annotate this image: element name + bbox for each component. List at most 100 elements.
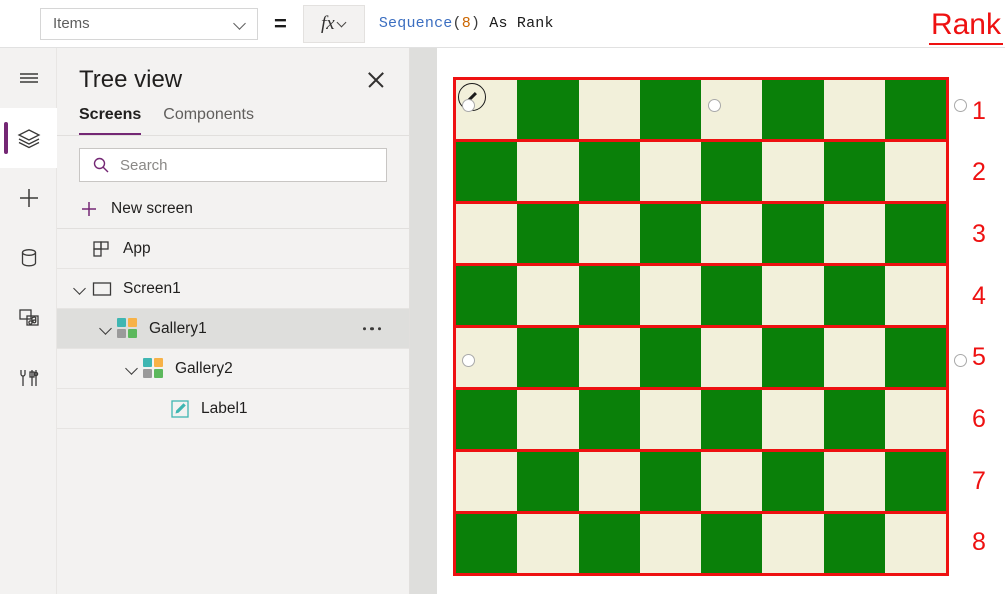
board-cell[interactable]: [824, 266, 885, 325]
board-cell[interactable]: [517, 80, 578, 139]
board-cell[interactable]: [517, 204, 578, 263]
chevron-down-icon[interactable]: [71, 280, 89, 298]
board-cell[interactable]: [517, 328, 578, 387]
chevron-down-icon[interactable]: [123, 360, 141, 378]
board-cell[interactable]: [762, 204, 823, 263]
board-cell[interactable]: [762, 80, 823, 139]
rail-button-tree-view[interactable]: [0, 108, 57, 168]
page-title: Tree view: [79, 66, 182, 94]
board-cell[interactable]: [640, 80, 701, 139]
board-cell[interactable]: [701, 328, 762, 387]
tree-item-gallery1[interactable]: Gallery1: [57, 309, 409, 349]
board-cell[interactable]: [885, 514, 946, 573]
board-cell[interactable]: [762, 142, 823, 201]
rail-button-menu[interactable]: [0, 48, 57, 108]
board-cell[interactable]: [579, 80, 640, 139]
board-cell[interactable]: [517, 514, 578, 573]
board-cell[interactable]: [456, 204, 517, 263]
board-cell[interactable]: [701, 390, 762, 449]
board-cell[interactable]: [640, 328, 701, 387]
board-cell[interactable]: [762, 390, 823, 449]
board-cell[interactable]: [579, 514, 640, 573]
board-cell[interactable]: [701, 204, 762, 263]
board-cell[interactable]: [579, 204, 640, 263]
rail-button-advanced-tools[interactable]: [0, 348, 57, 408]
plus-icon: [16, 185, 42, 211]
board-cell[interactable]: [579, 328, 640, 387]
board-cell[interactable]: [824, 514, 885, 573]
board-cell[interactable]: [701, 514, 762, 573]
tree-item-label1[interactable]: Label1: [57, 389, 409, 429]
gallery-row[interactable]: [456, 514, 946, 573]
board-cell[interactable]: [885, 452, 946, 511]
rail-button-data[interactable]: [0, 228, 57, 288]
board-cell[interactable]: [824, 204, 885, 263]
board-cell[interactable]: [885, 142, 946, 201]
board-cell[interactable]: [517, 142, 578, 201]
board-cell[interactable]: [824, 390, 885, 449]
board-cell[interactable]: [517, 266, 578, 325]
board-cell[interactable]: [456, 266, 517, 325]
board-cell[interactable]: [640, 266, 701, 325]
property-dropdown[interactable]: Items: [40, 8, 258, 40]
gallery-row[interactable]: [456, 266, 946, 328]
board-cell[interactable]: [640, 390, 701, 449]
board-cell[interactable]: [640, 452, 701, 511]
board-cell[interactable]: [701, 452, 762, 511]
gallery-row[interactable]: [456, 390, 946, 452]
handle-top-center[interactable]: [708, 99, 721, 112]
gallery-row[interactable]: [456, 142, 946, 204]
board-cell[interactable]: [824, 328, 885, 387]
rail-button-insert[interactable]: [0, 168, 57, 228]
handle-middle-left[interactable]: [462, 354, 475, 367]
gallery-row[interactable]: [456, 80, 946, 142]
board-cell[interactable]: [517, 390, 578, 449]
board-cell[interactable]: [456, 390, 517, 449]
formula-input[interactable]: Sequence(8) As Rank: [365, 5, 1005, 43]
close-icon[interactable]: [365, 69, 387, 91]
board-cell[interactable]: [885, 328, 946, 387]
board-cell[interactable]: [824, 142, 885, 201]
board-cell[interactable]: [701, 266, 762, 325]
annotation-row-number: 4: [972, 284, 986, 309]
board-cell[interactable]: [640, 514, 701, 573]
tree-item-app[interactable]: App: [57, 229, 409, 269]
board-cell[interactable]: [579, 142, 640, 201]
new-screen-button[interactable]: New screen: [57, 190, 409, 228]
board-cell[interactable]: [885, 204, 946, 263]
board-cell[interactable]: [762, 328, 823, 387]
board-cell[interactable]: [824, 452, 885, 511]
board-cell[interactable]: [885, 266, 946, 325]
hamburger-menu-icon: [16, 65, 42, 91]
board-cell[interactable]: [701, 142, 762, 201]
gallery-row[interactable]: [456, 452, 946, 514]
gallery-row[interactable]: [456, 204, 946, 266]
gallery-row[interactable]: [456, 328, 946, 390]
board-cell[interactable]: [885, 80, 946, 139]
chevron-down-icon[interactable]: [97, 320, 115, 338]
board-cell[interactable]: [517, 452, 578, 511]
search-input[interactable]: Search: [79, 148, 387, 182]
board-cell[interactable]: [640, 142, 701, 201]
board-cell[interactable]: [456, 452, 517, 511]
board-cell[interactable]: [824, 80, 885, 139]
chessboard-gallery[interactable]: [453, 77, 949, 576]
board-cell[interactable]: [762, 514, 823, 573]
board-cell[interactable]: [640, 204, 701, 263]
board-cell[interactable]: [456, 142, 517, 201]
more-options-icon[interactable]: [363, 327, 382, 331]
board-cell[interactable]: [885, 390, 946, 449]
tree-item-screen1[interactable]: Screen1: [57, 269, 409, 309]
board-cell[interactable]: [456, 514, 517, 573]
handle-top-left[interactable]: [462, 99, 475, 112]
rail-button-media[interactable]: [0, 288, 57, 348]
board-cell[interactable]: [579, 452, 640, 511]
board-cell[interactable]: [762, 266, 823, 325]
tab-components[interactable]: Components: [163, 106, 254, 135]
tree-item-gallery2[interactable]: Gallery2: [57, 349, 409, 389]
fx-button[interactable]: fx: [303, 5, 365, 43]
tab-screens[interactable]: Screens: [79, 106, 141, 135]
board-cell[interactable]: [579, 390, 640, 449]
board-cell[interactable]: [579, 266, 640, 325]
board-cell[interactable]: [762, 452, 823, 511]
